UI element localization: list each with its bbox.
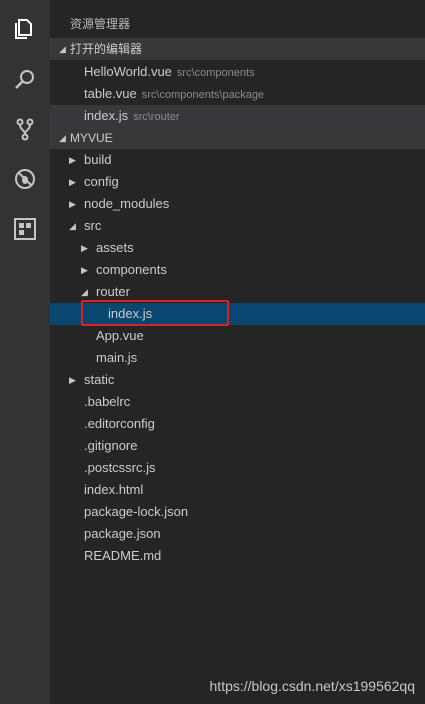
tree-folder-node-modules[interactable]: ▶ node_modules	[50, 193, 425, 215]
tree-folder-components[interactable]: ▶ components	[50, 259, 425, 281]
activity-bar	[0, 0, 50, 704]
tree-file-main-js[interactable]: main.js	[50, 347, 425, 369]
tree-file-app-vue[interactable]: App.vue	[50, 325, 425, 347]
chevron-down-icon: ◢	[59, 133, 66, 143]
chevron-down-icon: ◢	[69, 221, 76, 231]
explorer-panel: 资源管理器 ◢ 打开的编辑器 HelloWorld.vue src\compone…	[50, 0, 425, 704]
chevron-right-icon: ▶	[81, 243, 88, 253]
tree-file[interactable]: README.md	[50, 545, 425, 567]
chevron-right-icon: ▶	[69, 199, 76, 209]
chevron-right-icon: ▶	[69, 155, 76, 165]
open-editor-item[interactable]: table.vue src\components\package	[50, 83, 425, 105]
open-editors-header[interactable]: ◢ 打开的编辑器	[50, 38, 425, 60]
watermark: https://blog.csdn.net/xs199562qq	[209, 678, 415, 694]
tree-file[interactable]: .editorconfig	[50, 413, 425, 435]
chevron-right-icon: ▶	[69, 177, 76, 187]
explorer-title: 资源管理器	[70, 17, 131, 31]
tree-folder-config[interactable]: ▶ config	[50, 171, 425, 193]
chevron-right-icon: ▶	[69, 375, 76, 385]
chevron-right-icon: ▶	[81, 265, 88, 275]
tree-folder-build[interactable]: ▶ build	[50, 149, 425, 171]
extensions-icon[interactable]	[13, 217, 37, 241]
files-icon[interactable]	[13, 17, 37, 41]
tree-file[interactable]: .babelrc	[50, 391, 425, 413]
tree-folder-src[interactable]: ◢ src	[50, 215, 425, 237]
open-editor-item[interactable]: HelloWorld.vue src\components	[50, 61, 425, 83]
tree-file[interactable]: .gitignore	[50, 435, 425, 457]
search-icon[interactable]	[13, 67, 37, 91]
highlight-annotation	[81, 300, 229, 326]
tree-file[interactable]: .postcssrc.js	[50, 457, 425, 479]
tree-file[interactable]: package.json	[50, 523, 425, 545]
tree-folder-static[interactable]: ▶ static	[50, 369, 425, 391]
chevron-down-icon: ◢	[59, 44, 66, 54]
source-control-icon[interactable]	[13, 117, 37, 141]
open-editor-item[interactable]: index.js src\router	[50, 105, 425, 127]
tree-file[interactable]: index.html	[50, 479, 425, 501]
tree-file[interactable]: package-lock.json	[50, 501, 425, 523]
debug-icon[interactable]	[13, 167, 37, 191]
tree-folder-assets[interactable]: ▶ assets	[50, 237, 425, 259]
project-header[interactable]: ◢ MYVUE	[50, 127, 425, 149]
